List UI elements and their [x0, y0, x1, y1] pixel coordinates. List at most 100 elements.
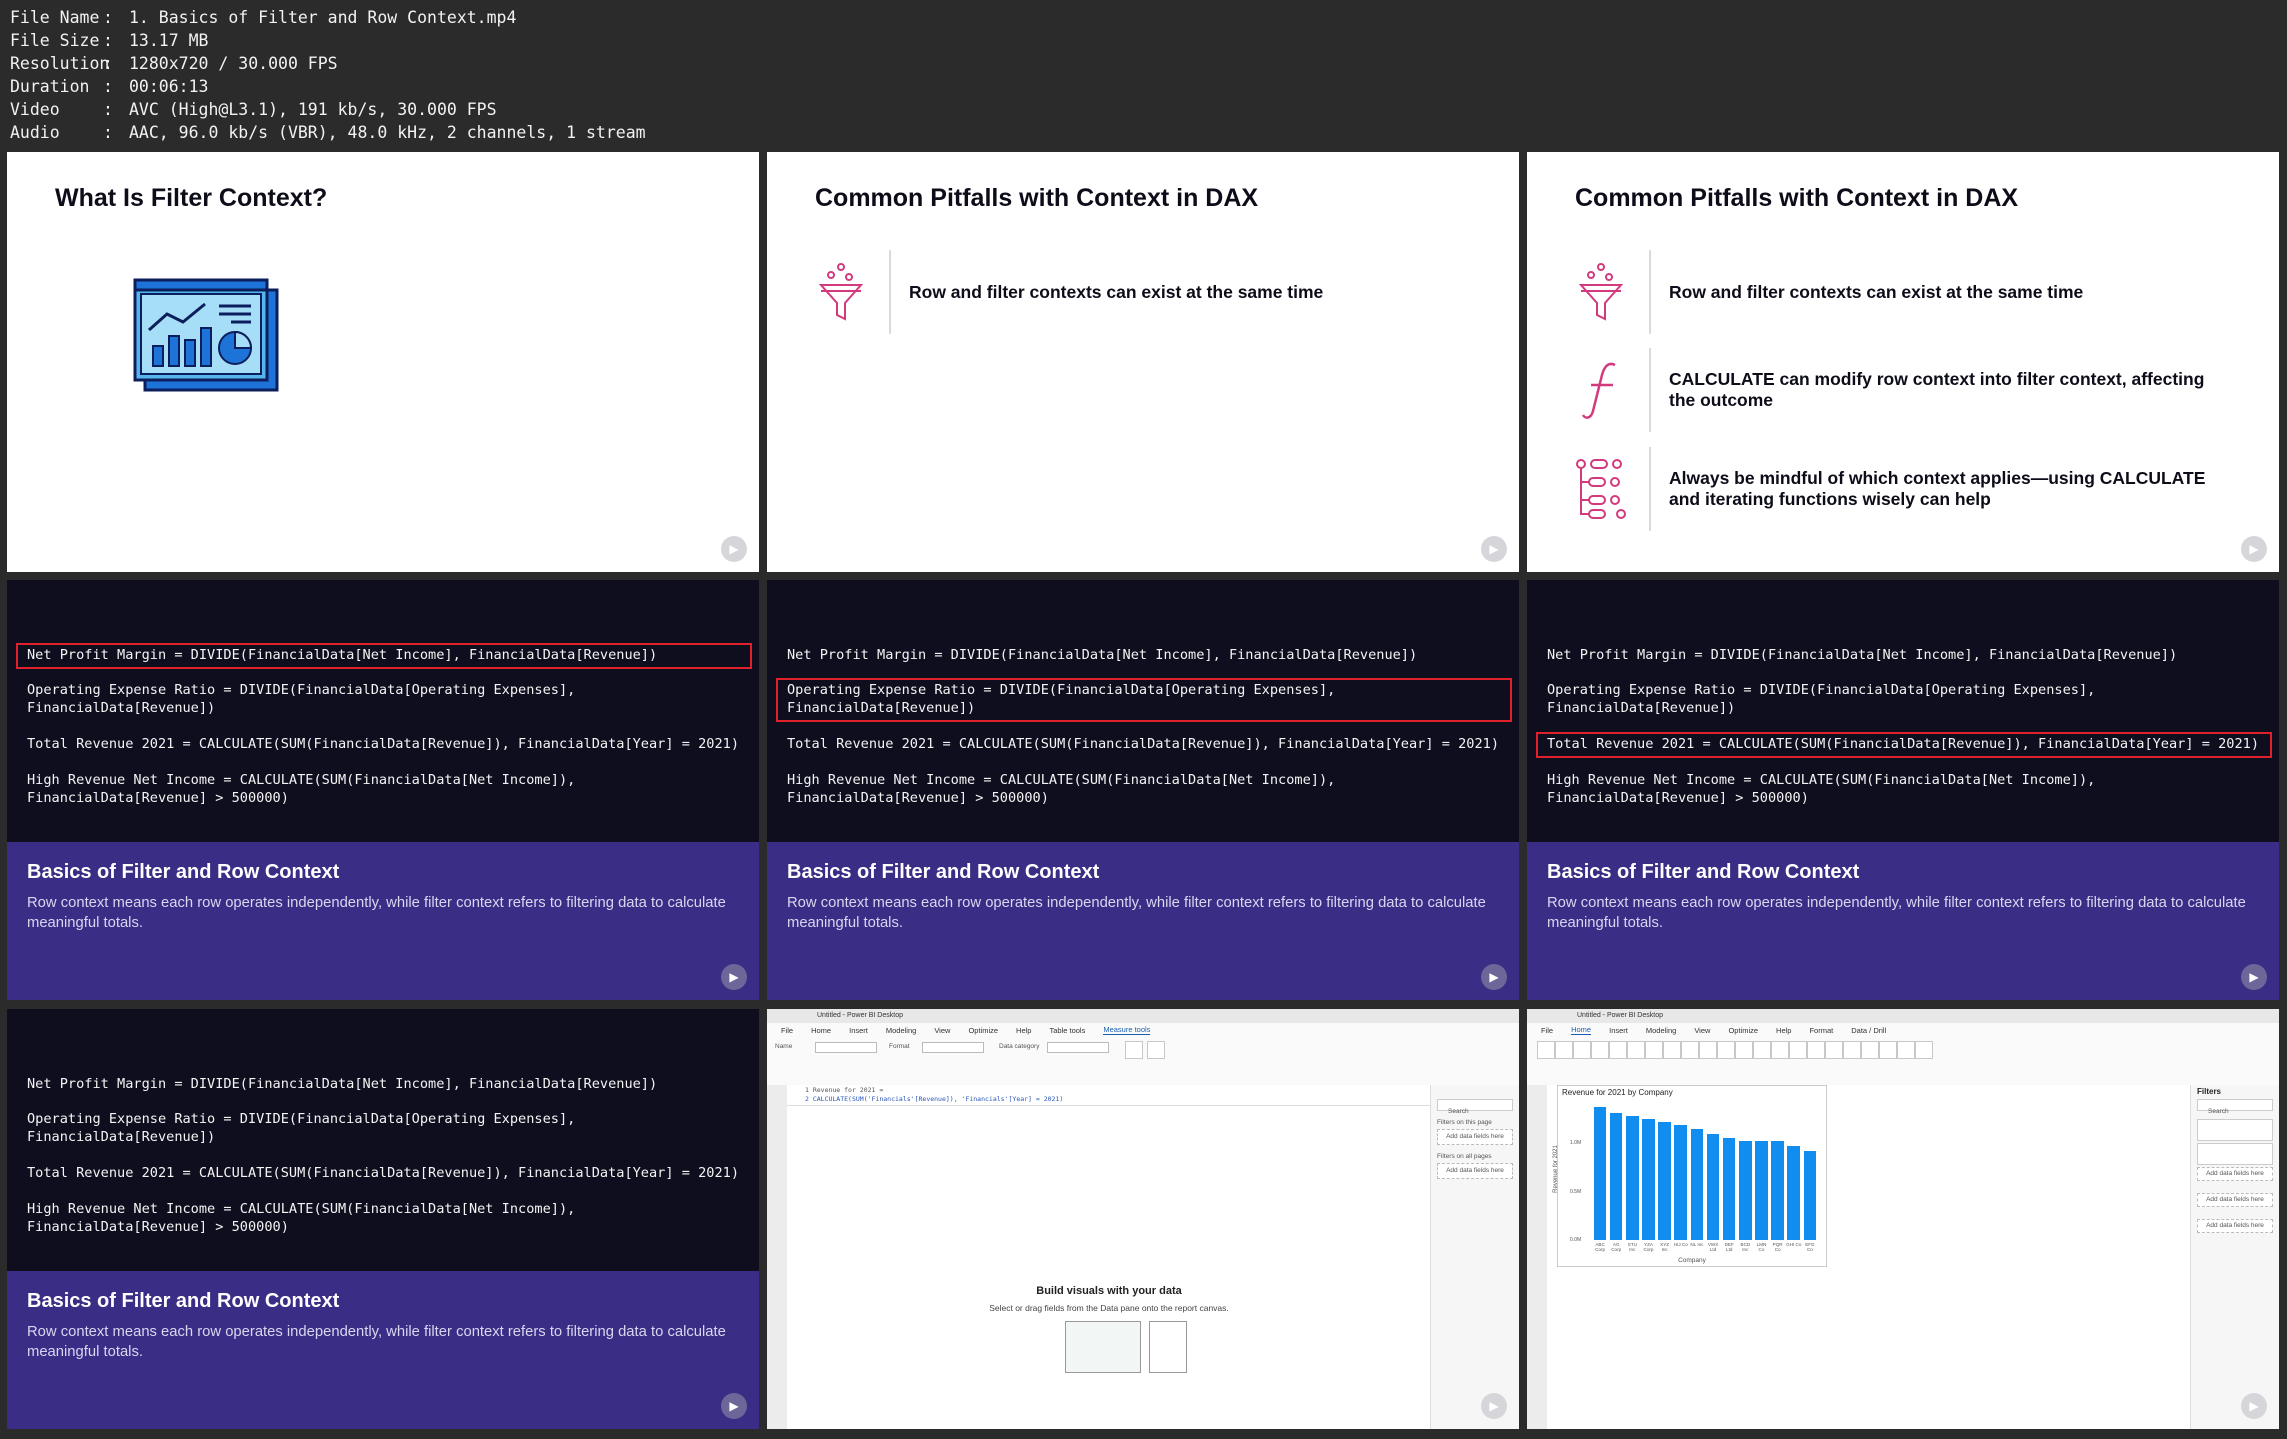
code-line: FinancialData[Revenue] > 500000) — [1547, 790, 1809, 806]
formula-bar[interactable]: 1 Revenue for 2021 = 2 CALCULATE(SUM('Fi… — [787, 1085, 1431, 1106]
menu-optimize[interactable]: Optimize — [1728, 1026, 1758, 1035]
play-icon: ▶ — [1481, 1393, 1507, 1419]
ribbon-button[interactable] — [1915, 1041, 1933, 1059]
add-fields-drop[interactable]: Add data fields here — [1437, 1129, 1513, 1145]
pitfall-item: CALCULATE can modify row context into fi… — [1575, 348, 2255, 432]
ribbon-button[interactable] — [1663, 1041, 1681, 1059]
new-measure-button[interactable] — [1125, 1041, 1143, 1059]
menu-help[interactable]: Help — [1776, 1026, 1791, 1035]
chart-xlabel: Company — [1678, 1257, 1706, 1264]
quick-measure-button[interactable] — [1147, 1041, 1165, 1059]
file-info-row: File Name:1. Basics of Filter and Row Co… — [10, 8, 517, 27]
ribbon-button[interactable] — [1627, 1041, 1645, 1059]
menu-help[interactable]: Help — [1016, 1026, 1031, 1035]
menu-modeling[interactable]: Modeling — [886, 1026, 916, 1035]
menu-data-drill[interactable]: Data / Drill — [1851, 1026, 1886, 1035]
code-line: FinancialData[Revenue]) — [1547, 700, 1736, 716]
code-line: Net Profit Margin = DIVIDE(FinancialData… — [27, 647, 658, 663]
thumbnail-code-highlight-2: Net Profit Margin = DIVIDE(FinancialData… — [767, 580, 1519, 1000]
bar[interactable] — [1739, 1140, 1752, 1240]
search-input[interactable]: Search — [2197, 1099, 2273, 1115]
ribbon-button[interactable] — [1843, 1041, 1861, 1059]
menu-insert[interactable]: Insert — [849, 1026, 868, 1035]
code-line: Total Revenue 2021 = CALCULATE(SUM(Finan… — [27, 736, 740, 752]
pitfall-text: Row and filter contexts can exist at the… — [1669, 281, 2084, 302]
ribbon-button[interactable] — [1645, 1041, 1663, 1059]
bar[interactable] — [1690, 1128, 1704, 1240]
ribbon-button[interactable] — [1555, 1041, 1573, 1059]
bar[interactable] — [1771, 1140, 1784, 1240]
ribbon-button[interactable] — [1591, 1041, 1609, 1059]
ribbon-button[interactable] — [1717, 1041, 1735, 1059]
bar[interactable] — [1755, 1140, 1768, 1240]
code-line: FinancialData[Revenue]) — [27, 700, 216, 716]
thumbnail-powerbi-chart: Untitled - Power BI Desktop File Home Inse… — [1527, 1009, 2279, 1429]
ribbon-button[interactable] — [1735, 1041, 1753, 1059]
filter-card[interactable] — [2197, 1143, 2273, 1165]
bar[interactable] — [1722, 1137, 1736, 1240]
bar-chart-visual[interactable]: Revenue for 2021 by Company Revenue for … — [1553, 1085, 1827, 1267]
code-line: FinancialData[Revenue] > 500000) — [787, 790, 1049, 806]
menu-insert[interactable]: Insert — [1609, 1026, 1628, 1035]
bar[interactable] — [1609, 1112, 1623, 1240]
ribbon-button[interactable] — [1789, 1041, 1807, 1059]
slide-title: What Is Filter Context? — [55, 184, 328, 212]
menu-file[interactable]: File — [781, 1026, 793, 1035]
bar[interactable] — [1674, 1125, 1688, 1240]
add-fields-drop[interactable]: Add data fields here — [2197, 1193, 2273, 1207]
menu-home[interactable]: Home — [1571, 1025, 1592, 1035]
ribbon-button[interactable] — [1609, 1041, 1627, 1059]
add-fields-drop[interactable]: Add data fields here — [2197, 1167, 2273, 1181]
add-fields-drop[interactable]: Add data fields here — [2197, 1219, 2273, 1233]
search-input[interactable]: Search — [1437, 1099, 1513, 1115]
y-tick-label: 0.5M — [1570, 1188, 1582, 1195]
menu-measure-tools[interactable]: Measure tools — [1103, 1025, 1151, 1035]
menu-view[interactable]: View — [1694, 1026, 1710, 1035]
bar[interactable] — [1626, 1116, 1639, 1240]
category-dropdown[interactable] — [1047, 1042, 1109, 1053]
report-canvas[interactable]: 1 Revenue for 2021 = 2 CALCULATE(SUM('Fi… — [787, 1085, 1431, 1429]
menu-table-tools[interactable]: Table tools — [1049, 1026, 1085, 1035]
code-line: Operating Expense Ratio = DIVIDE(Financi… — [787, 682, 1336, 698]
view-rail[interactable] — [767, 1085, 788, 1429]
ribbon-button[interactable] — [1771, 1041, 1789, 1059]
flow-icon — [1575, 458, 1627, 520]
menu-optimize[interactable]: Optimize — [968, 1026, 998, 1035]
ribbon-button[interactable] — [1573, 1041, 1591, 1059]
play-icon: ▶ — [2241, 964, 2267, 990]
name-field[interactable] — [815, 1042, 877, 1053]
menu-file[interactable]: File — [1541, 1026, 1553, 1035]
bar[interactable] — [1787, 1146, 1801, 1240]
ribbon-button[interactable] — [1537, 1041, 1555, 1059]
report-canvas[interactable]: Revenue for 2021 by Company Revenue for … — [1547, 1085, 2191, 1429]
ribbon-button[interactable] — [1897, 1041, 1915, 1059]
format-dropdown[interactable] — [922, 1042, 984, 1053]
file-info: File Name:1. Basics of Filter and Row Co… — [10, 6, 646, 144]
empty-state-title: Build visuals with your data — [1036, 1285, 1182, 1297]
menu-format[interactable]: Format — [1809, 1026, 1833, 1035]
ribbon-button[interactable] — [1699, 1041, 1717, 1059]
x-tick-label: PQR Co — [1772, 1242, 1783, 1252]
ribbon-button[interactable] — [1861, 1041, 1879, 1059]
bar[interactable] — [1593, 1106, 1607, 1240]
ribbon-button[interactable] — [1879, 1041, 1897, 1059]
add-fields-drop[interactable]: Add data fields here — [1437, 1163, 1513, 1179]
filter-card[interactable] — [2197, 1119, 2273, 1141]
menu-modeling[interactable]: Modeling — [1646, 1026, 1676, 1035]
bar[interactable] — [1658, 1122, 1671, 1240]
bar[interactable] — [1642, 1119, 1655, 1240]
view-rail[interactable] — [1527, 1085, 1548, 1429]
bar[interactable] — [1803, 1151, 1817, 1240]
ribbon-button[interactable] — [1681, 1041, 1699, 1059]
ribbon-button[interactable] — [1825, 1041, 1843, 1059]
menu-view[interactable]: View — [934, 1026, 950, 1035]
file-info-value: 1280x720 / 30.000 FPS — [129, 54, 338, 73]
thumbnail-pitfalls-1: Common Pitfalls with Context in DAX Row … — [767, 152, 1519, 572]
bar[interactable] — [1706, 1133, 1720, 1240]
ribbon-button[interactable] — [1807, 1041, 1825, 1059]
file-info-value: AAC, 96.0 kb/s (VBR), 48.0 kHz, 2 channe… — [129, 123, 646, 142]
menu-home[interactable]: Home — [811, 1026, 831, 1035]
ribbon-button[interactable] — [1753, 1041, 1771, 1059]
menu-bar: File Home Insert Modeling View Optimize Help Fo… — [1527, 1023, 2279, 1037]
file-info-value: 00:06:13 — [129, 77, 209, 96]
